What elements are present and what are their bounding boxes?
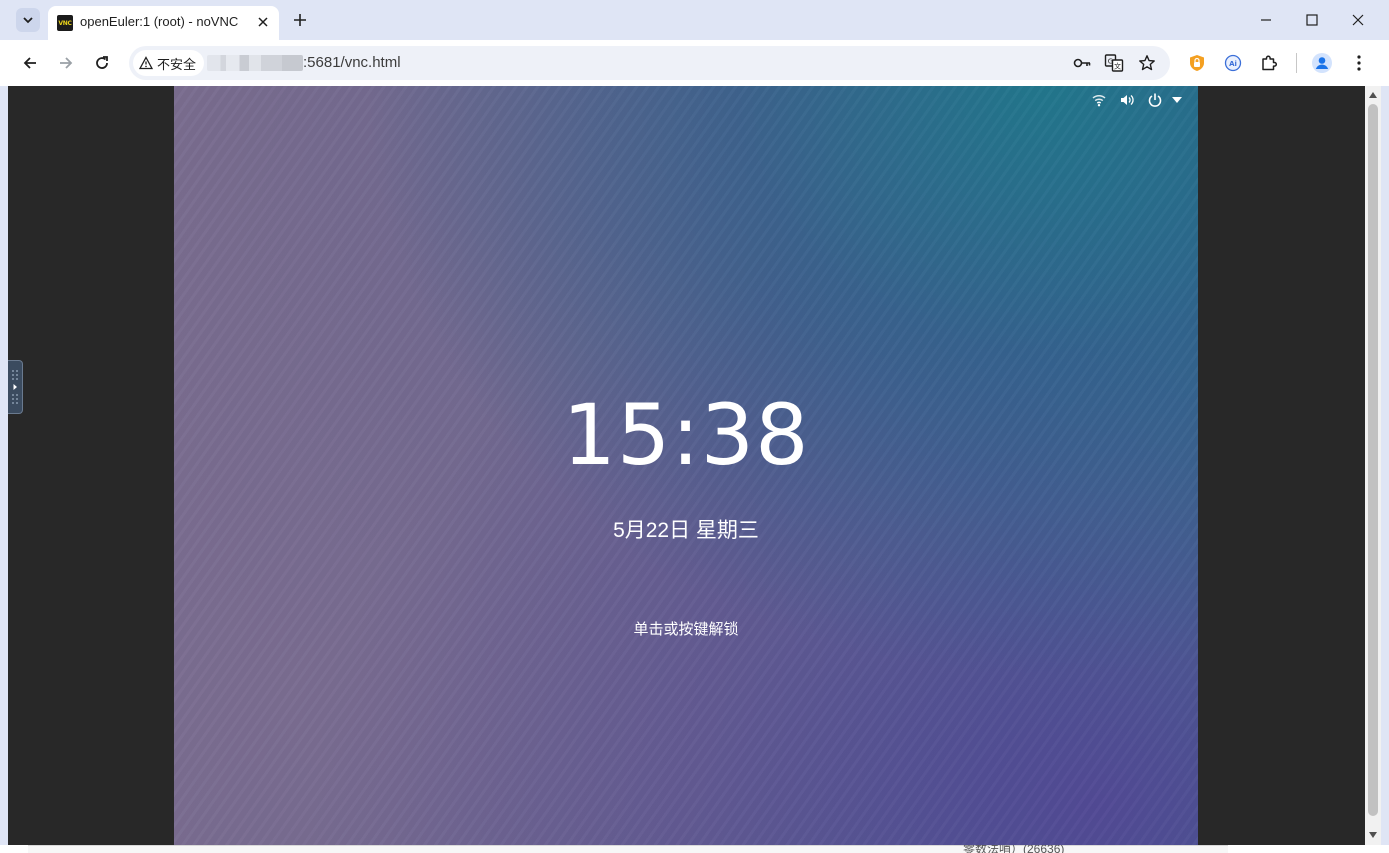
security-chip[interactable]: 不安全 bbox=[133, 50, 205, 76]
lockscreen-date: 5月22日 星期三 bbox=[613, 519, 759, 542]
lockscreen-clock: 15:38 bbox=[562, 386, 810, 484]
extension-ai-button[interactable]: Ai bbox=[1219, 49, 1247, 77]
redacted-host bbox=[207, 55, 303, 71]
warning-icon bbox=[139, 56, 153, 70]
page-viewport: 15:38 5月22日 星期三 单击或按键解锁 bbox=[8, 86, 1365, 845]
chevron-down-icon bbox=[23, 17, 33, 24]
address-bar[interactable]: 不安全 :5681/vnc.html G文 bbox=[129, 46, 1170, 80]
forward-button[interactable] bbox=[52, 49, 80, 77]
extension-shield-button[interactable] bbox=[1183, 49, 1211, 77]
url-text: :5681/vnc.html bbox=[303, 54, 401, 71]
bottom-strip: 零数法哨）(26636) bbox=[0, 845, 1389, 853]
minimize-button[interactable] bbox=[1243, 0, 1289, 40]
underlying-page-text: 零数法哨）(26636) bbox=[963, 845, 1065, 853]
underlying-page-peek: 零数法哨）(26636) bbox=[28, 845, 1228, 853]
reload-button[interactable] bbox=[88, 49, 116, 77]
shield-extension-icon bbox=[1190, 55, 1204, 71]
vnc-favicon-icon: VNC bbox=[57, 15, 73, 31]
arrow-right-icon bbox=[60, 57, 73, 69]
tab-close-button[interactable] bbox=[255, 14, 271, 30]
extensions-button[interactable] bbox=[1255, 49, 1283, 77]
translate-icon: G文 bbox=[1104, 54, 1124, 72]
wifi-icon bbox=[1090, 91, 1108, 109]
reload-icon bbox=[96, 56, 108, 69]
browser-window: VNC openEuler:1 (root) - noVNC 不安全:5681… bbox=[0, 0, 1389, 853]
minimize-icon bbox=[1261, 19, 1271, 21]
ai-extension-icon: Ai bbox=[1224, 54, 1242, 72]
unlock-hint: 单击或按键解锁 bbox=[633, 621, 739, 638]
tab-strip: VNC openEuler:1 (root) - noVNC bbox=[0, 0, 1389, 40]
close-window-button[interactable] bbox=[1335, 0, 1381, 40]
svg-text:Ai: Ai bbox=[1229, 60, 1237, 68]
browser-menu-button[interactable] bbox=[1345, 49, 1373, 77]
profile-button[interactable] bbox=[1308, 49, 1336, 77]
page-scrollbar[interactable] bbox=[1365, 86, 1381, 845]
novnc-control-bar-handle[interactable] bbox=[8, 360, 23, 414]
maximize-icon bbox=[1306, 14, 1318, 26]
new-tab-button[interactable] bbox=[288, 8, 312, 32]
puzzle-icon bbox=[1262, 55, 1278, 71]
security-label: 不安全 bbox=[157, 56, 197, 72]
dropdown-arrow-icon bbox=[1168, 91, 1186, 109]
active-tab[interactable]: VNC openEuler:1 (root) - noVNC bbox=[48, 6, 279, 40]
system-status-area[interactable] bbox=[1080, 90, 1186, 110]
tab-title: openEuler:1 (root) - noVNC bbox=[80, 14, 239, 29]
star-icon bbox=[1139, 55, 1155, 71]
maximize-button[interactable] bbox=[1289, 0, 1335, 40]
power-icon bbox=[1146, 91, 1164, 109]
close-icon bbox=[258, 17, 268, 27]
translate-button[interactable]: G文 bbox=[1102, 51, 1126, 75]
scroll-down-arrow[interactable] bbox=[1369, 831, 1377, 839]
arrow-left-icon bbox=[23, 57, 36, 69]
back-button[interactable] bbox=[16, 49, 44, 77]
password-key-button[interactable] bbox=[1070, 51, 1094, 75]
volume-icon bbox=[1118, 91, 1136, 109]
sidebar-handle-icon bbox=[12, 370, 18, 404]
toolbar-separator bbox=[1296, 53, 1297, 73]
remote-desktop-lockscreen[interactable]: 15:38 5月22日 星期三 单击或按键解锁 bbox=[174, 86, 1198, 845]
tab-search-button[interactable] bbox=[16, 8, 40, 32]
plus-icon bbox=[294, 14, 306, 26]
profile-icon bbox=[1312, 53, 1332, 73]
scroll-up-arrow[interactable] bbox=[1369, 91, 1377, 99]
bookmark-button[interactable] bbox=[1135, 51, 1159, 75]
browser-toolbar: 不安全 :5681/vnc.html G文 Ai bbox=[0, 40, 1389, 86]
key-icon bbox=[1073, 58, 1091, 68]
scroll-thumb[interactable] bbox=[1368, 104, 1378, 816]
close-icon bbox=[1352, 14, 1364, 26]
svg-text:文: 文 bbox=[1114, 62, 1121, 71]
kebab-menu-icon bbox=[1357, 55, 1361, 71]
